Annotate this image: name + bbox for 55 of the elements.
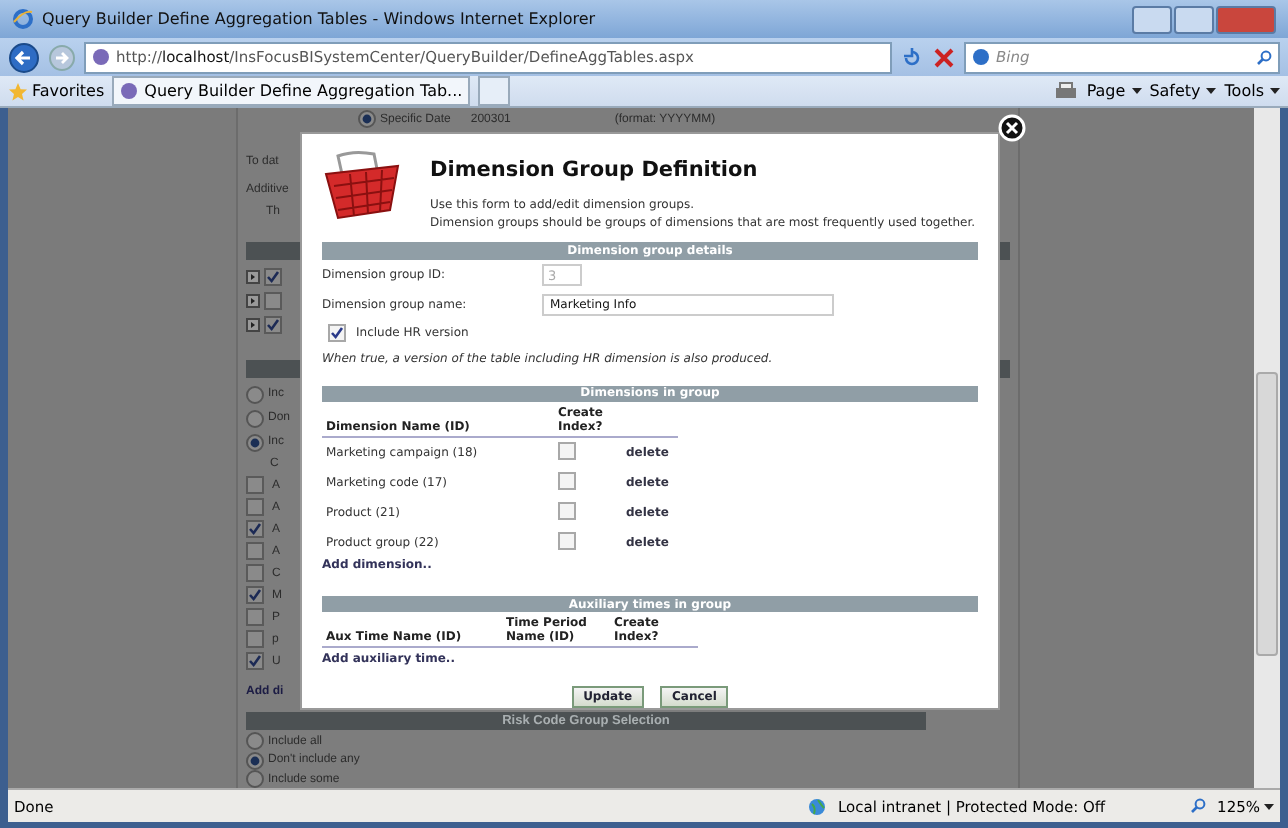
caret-icon [1206, 88, 1217, 94]
favorites-button[interactable]: Favorites [8, 81, 105, 101]
globe-icon [807, 797, 826, 815]
maximize-button[interactable] [1174, 5, 1214, 33]
close-button[interactable] [1216, 5, 1276, 33]
dialog-title: Dimension Group Definition [430, 158, 760, 182]
new-tab-button[interactable] [478, 76, 511, 106]
checkbox[interactable] [328, 324, 346, 342]
caret-icon [1270, 88, 1280, 94]
caret-icon [1131, 88, 1142, 94]
caret-icon [1264, 803, 1274, 809]
minimize-button[interactable] [1132, 5, 1172, 33]
expand-icon[interactable] [246, 293, 260, 307]
checkbox[interactable] [246, 520, 264, 538]
star-icon [8, 81, 28, 101]
checkbox[interactable] [246, 498, 264, 516]
search-icon[interactable] [1256, 49, 1272, 65]
checkbox[interactable] [246, 608, 264, 626]
radio-button[interactable] [246, 770, 264, 788]
checkbox[interactable] [558, 441, 576, 460]
close-icon[interactable] [998, 114, 1026, 142]
checkbox[interactable] [558, 501, 576, 520]
radio-button[interactable] [246, 409, 264, 427]
window-title: Query Builder Define Aggregation Tables - Windows Internet Explorer [42, 10, 598, 28]
radio-button[interactable] [246, 732, 264, 751]
radio-button[interactable] [246, 433, 264, 451]
browser-tab[interactable]: Query Builder Define Aggregation Tab... [112, 76, 471, 106]
checkbox[interactable] [558, 531, 576, 550]
checkbox[interactable] [246, 652, 264, 670]
radio-button[interactable] [246, 385, 264, 403]
forward-icon[interactable] [48, 43, 76, 71]
checkbox[interactable] [264, 267, 282, 285]
browser-logo-icon [12, 8, 34, 30]
printer-icon[interactable] [1054, 81, 1079, 101]
checkbox[interactable] [246, 586, 264, 604]
command-menu[interactable]: Tools [1224, 82, 1280, 100]
basket-icon [322, 150, 402, 222]
back-icon[interactable] [8, 41, 40, 73]
checkbox[interactable] [246, 630, 264, 648]
zoom-icon[interactable] [1189, 798, 1206, 814]
checkbox[interactable] [264, 291, 282, 309]
refresh-icon[interactable] [900, 45, 924, 69]
command-menu[interactable]: Page [1086, 82, 1142, 100]
expand-icon[interactable] [246, 317, 260, 331]
checkbox[interactable] [246, 542, 264, 560]
checkbox[interactable] [246, 476, 264, 494]
checkbox[interactable] [246, 564, 264, 582]
radio-button[interactable] [358, 109, 376, 127]
checkbox[interactable] [264, 315, 282, 333]
stop-icon[interactable] [932, 45, 956, 69]
checkbox[interactable] [558, 471, 576, 490]
scrollbar[interactable] [1254, 108, 1280, 788]
expand-icon[interactable] [246, 269, 260, 283]
command-menu[interactable]: Safety [1149, 82, 1217, 100]
radio-button[interactable] [246, 751, 264, 770]
